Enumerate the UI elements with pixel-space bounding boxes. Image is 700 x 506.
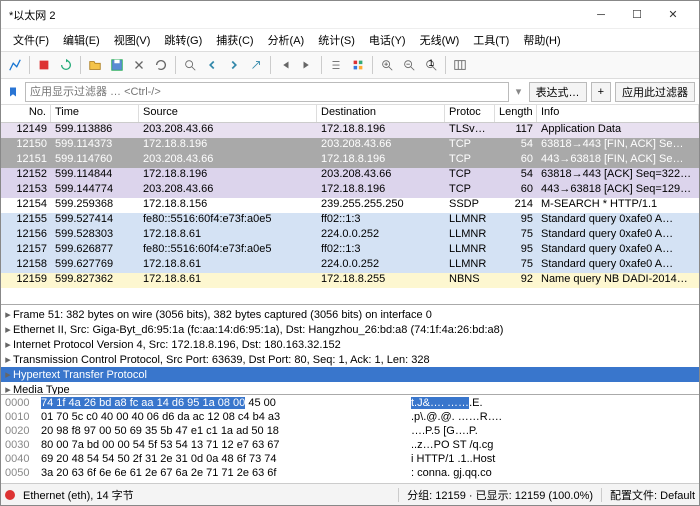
menu-edit[interactable]: 编辑(E)	[57, 30, 106, 50]
packet-row[interactable]: 12153599.144774203.208.43.66172.18.8.196…	[1, 183, 699, 198]
open-button[interactable]	[85, 55, 105, 75]
expression-button[interactable]: 表达式…	[529, 82, 587, 102]
hex-row[interactable]: 000074 1f 4a 26 bd a8 fc aa 14 d6 95 1a …	[5, 397, 695, 411]
detail-row[interactable]: ▸Ethernet II, Src: Giga-Byt_d6:95:1a (fc…	[1, 322, 699, 337]
packet-row[interactable]: 12149599.113886203.208.43.66172.18.8.196…	[1, 123, 699, 138]
find-button[interactable]	[180, 55, 200, 75]
prev-button[interactable]	[202, 55, 222, 75]
hex-row[interactable]: 00503a 20 63 6f 6e 6e 61 2e 67 6a 2e 71 …	[5, 467, 695, 481]
detail-row[interactable]: ▸Hypertext Transfer Protocol	[1, 367, 699, 382]
titlebar: *以太网 2 ─ ☐ ✕	[1, 1, 699, 29]
packet-row[interactable]: 12155599.527414fe80::5516:60f4:e73f:a0e5…	[1, 213, 699, 228]
window-title: *以太网 2	[9, 7, 583, 23]
start-capture-button[interactable]	[5, 55, 25, 75]
detail-row[interactable]: ▸Media Type	[1, 382, 699, 395]
detail-row[interactable]: ▸Frame 51: 382 bytes on wire (3056 bits)…	[1, 307, 699, 322]
menubar: 文件(F) 编辑(E) 视图(V) 跳转(G) 捕获(C) 分析(A) 统计(S…	[1, 29, 699, 51]
resize-cols-button[interactable]	[450, 55, 470, 75]
statusbar: Ethernet (eth), 14 字节 分组: 12159 · 已显示: 1…	[1, 483, 699, 505]
packet-row[interactable]: 12156599.528303172.18.8.61224.0.0.252LLM…	[1, 228, 699, 243]
menu-analyze[interactable]: 分析(A)	[262, 30, 311, 50]
menu-wireless[interactable]: 无线(W)	[414, 30, 466, 50]
menu-go[interactable]: 跳转(G)	[158, 30, 208, 50]
col-protocol[interactable]: Protoc	[445, 105, 495, 122]
menu-help[interactable]: 帮助(H)	[517, 30, 566, 50]
bookmark-icon[interactable]	[5, 84, 21, 100]
capture-indicator-icon	[5, 490, 15, 500]
autoscroll-button[interactable]	[326, 55, 346, 75]
goto-last-button[interactable]	[297, 55, 317, 75]
hex-row[interactable]: 001001 70 5c c0 40 00 40 06 d6 da ac 12 …	[5, 411, 695, 425]
packet-row[interactable]: 12151599.114760203.208.43.66172.18.8.196…	[1, 153, 699, 168]
save-button[interactable]	[107, 55, 127, 75]
menu-stats[interactable]: 统计(S)	[312, 30, 361, 50]
menu-telephony[interactable]: 电话(Y)	[363, 30, 412, 50]
restart-button[interactable]	[56, 55, 76, 75]
col-time[interactable]: Time	[51, 105, 139, 122]
menu-view[interactable]: 视图(V)	[108, 30, 157, 50]
col-no[interactable]: No.	[1, 105, 51, 122]
apply-filter-button[interactable]: 应用此过滤器	[615, 82, 695, 102]
maximize-button[interactable]: ☐	[619, 4, 655, 26]
col-info[interactable]: Info	[537, 105, 699, 122]
dropdown-icon[interactable]: ▾	[513, 85, 525, 98]
hex-row[interactable]: 004069 20 48 54 54 50 2f 31 2e 31 0d 0a …	[5, 453, 695, 467]
menu-tools[interactable]: 工具(T)	[467, 30, 515, 50]
minimize-button[interactable]: ─	[583, 4, 619, 26]
hex-row[interactable]: 003080 00 7a bd 00 00 54 5f 53 54 13 71 …	[5, 439, 695, 453]
packet-row[interactable]: 12159599.827362172.18.8.61172.18.8.255NB…	[1, 273, 699, 288]
next-button[interactable]	[224, 55, 244, 75]
col-length[interactable]: Length	[495, 105, 537, 122]
filter-bar: ▾ 表达式… + 应用此过滤器	[1, 79, 699, 105]
zoom-in-button[interactable]	[377, 55, 397, 75]
close-button[interactable]: ✕	[655, 4, 691, 26]
menu-capture[interactable]: 捕获(C)	[210, 30, 259, 50]
svg-text:1: 1	[428, 58, 433, 69]
zoom-reset-button[interactable]: 1	[421, 55, 441, 75]
zoom-out-button[interactable]	[399, 55, 419, 75]
hex-pane: 000074 1f 4a 26 bd a8 fc aa 14 d6 95 1a …	[1, 395, 699, 481]
packet-row[interactable]: 12157599.626877fe80::5516:60f4:e73f:a0e5…	[1, 243, 699, 258]
details-pane: ▸Frame 51: 382 bytes on wire (3056 bits)…	[1, 305, 699, 395]
status-iface: Ethernet (eth), 14 字节	[23, 487, 134, 503]
status-profile[interactable]: 配置文件: Default	[610, 487, 695, 503]
col-destination[interactable]: Destination	[317, 105, 445, 122]
status-packets: 分组: 12159 · 已显示: 12159 (100.0%)	[407, 487, 593, 503]
goto-first-button[interactable]	[275, 55, 295, 75]
col-source[interactable]: Source	[139, 105, 317, 122]
toolbar: 1	[1, 51, 699, 79]
menu-file[interactable]: 文件(F)	[7, 30, 55, 50]
hex-row[interactable]: 002020 98 f8 97 00 50 69 35 5b 47 e1 c1 …	[5, 425, 695, 439]
packet-list: No. Time Source Destination Protoc Lengt…	[1, 105, 699, 305]
goto-button[interactable]	[246, 55, 266, 75]
add-button[interactable]: +	[591, 82, 611, 102]
reload-button[interactable]	[151, 55, 171, 75]
filter-input[interactable]	[25, 82, 509, 102]
packet-row[interactable]: 12150599.114373172.18.8.196203.208.43.66…	[1, 138, 699, 153]
detail-row[interactable]: ▸Internet Protocol Version 4, Src: 172.1…	[1, 337, 699, 352]
stop-button[interactable]	[34, 55, 54, 75]
packet-row[interactable]: 12152599.114844172.18.8.196203.208.43.66…	[1, 168, 699, 183]
packet-list-header: No. Time Source Destination Protoc Lengt…	[1, 105, 699, 123]
detail-row[interactable]: ▸Transmission Control Protocol, Src Port…	[1, 352, 699, 367]
close-file-button[interactable]	[129, 55, 149, 75]
packet-row[interactable]: 12154599.259368172.18.8.156239.255.255.2…	[1, 198, 699, 213]
colorize-button[interactable]	[348, 55, 368, 75]
packet-row[interactable]: 12158599.627769172.18.8.61224.0.0.252LLM…	[1, 258, 699, 273]
